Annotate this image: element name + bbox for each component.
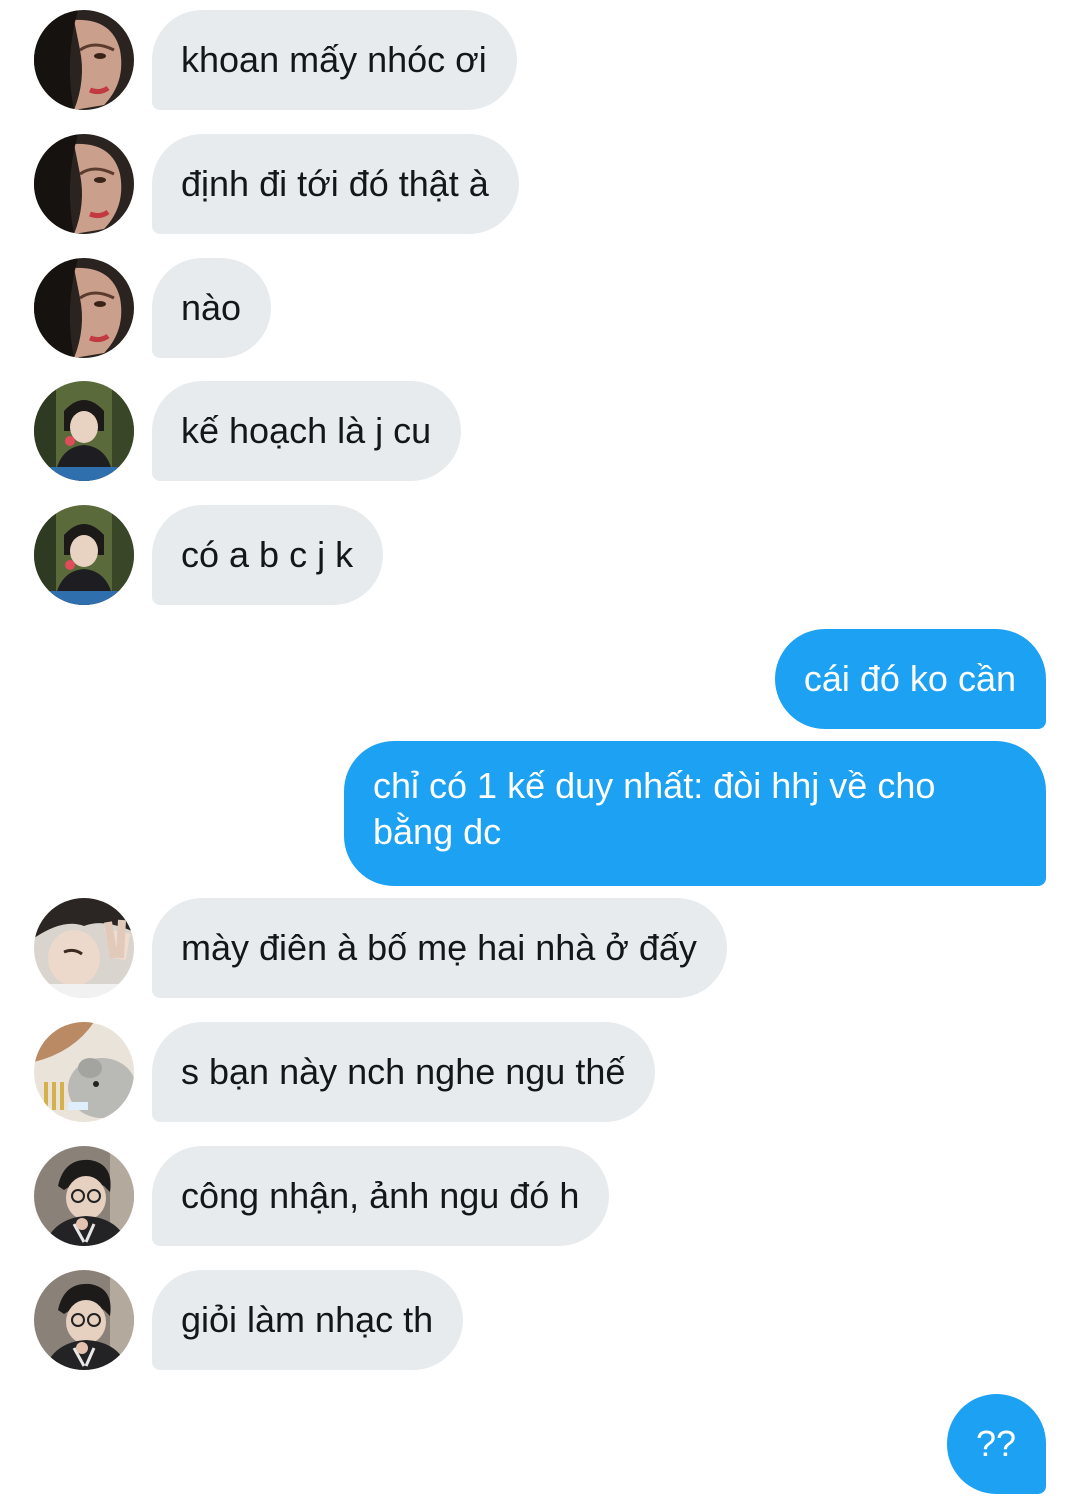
message-bubble-incoming[interactable]: định đi tới đó thật à [152, 134, 519, 234]
message-text: khoan mấy nhóc ơi [181, 39, 487, 80]
message-row: định đi tới đó thật à [0, 134, 1080, 234]
message-text: công nhận, ảnh ngu đó h [181, 1175, 580, 1216]
message-bubble-outgoing[interactable]: cái đó ko cần [774, 629, 1046, 729]
message-bubble-incoming[interactable]: khoan mấy nhóc ơi [152, 10, 517, 110]
avatar-image [34, 898, 134, 998]
avatar-hooded-user[interactable] [34, 134, 134, 234]
avatar-dark-jacket-user[interactable] [34, 505, 134, 605]
message-row: công nhận, ảnh ngu đó h [0, 1146, 1080, 1246]
avatar-image [34, 1270, 134, 1370]
message-bubble-incoming[interactable]: có a b c j k [152, 505, 384, 605]
message-bubble-incoming[interactable]: công nhận, ảnh ngu đó h [152, 1146, 610, 1246]
message-bubble-incoming[interactable]: mày điên à bố mẹ hai nhà ở đấy [152, 898, 727, 998]
avatar-peace-sign-user[interactable] [34, 898, 134, 998]
message-bubble-outgoing[interactable]: ?? [946, 1394, 1046, 1494]
message-text: có a b c j k [181, 534, 354, 575]
message-bubble-incoming[interactable]: giỏi làm nhạc th [152, 1270, 464, 1370]
avatar-hooded-user[interactable] [34, 10, 134, 110]
avatar-glasses-user[interactable] [34, 1270, 134, 1370]
conversation: khoan mấy nhóc ơi định đi tới đó thật à [0, 0, 1080, 1498]
message-row: giỏi làm nhạc th [0, 1270, 1080, 1370]
avatar-hooded-user[interactable] [34, 258, 134, 358]
avatar-dark-jacket-user[interactable] [34, 381, 134, 481]
message-row: khoan mấy nhóc ơi [0, 10, 1080, 110]
avatar-image [34, 1146, 134, 1246]
message-text: kế hoạch là j cu [181, 410, 432, 451]
message-text: s bạn này nch nghe ngu thế [181, 1051, 626, 1092]
message-bubble-incoming[interactable]: s bạn này nch nghe ngu thế [152, 1022, 656, 1122]
message-text: nào [181, 287, 242, 328]
avatar-image [34, 1022, 134, 1122]
message-bubble-incoming[interactable]: nào [152, 258, 272, 358]
message-text: cái đó ko cần [803, 658, 1016, 699]
message-text: ?? [975, 1423, 1016, 1464]
message-row: ?? [0, 1394, 1080, 1494]
message-bubble-incoming[interactable]: kế hoạch là j cu [152, 381, 462, 481]
avatar-image [34, 505, 134, 605]
message-row: s bạn này nch nghe ngu thế [0, 1022, 1080, 1122]
message-row: mày điên à bố mẹ hai nhà ở đấy [0, 898, 1080, 998]
avatar-plush-toy-user[interactable] [34, 1022, 134, 1122]
message-text: định đi tới đó thật à [181, 163, 489, 204]
avatar-image [34, 134, 134, 234]
message-row: nào [0, 258, 1080, 358]
message-row: chỉ có 1 kế duy nhất: đòi hhj về cho bằn… [0, 741, 1080, 886]
message-row: có a b c j k [0, 505, 1080, 605]
avatar-image [34, 258, 134, 358]
avatar-image [34, 10, 134, 110]
avatar-image [34, 381, 134, 481]
message-row: cái đó ko cần [0, 629, 1080, 729]
message-text: chỉ có 1 kế duy nhất: đòi hhj về cho bằn… [373, 765, 936, 852]
message-text: mày điên à bố mẹ hai nhà ở đấy [181, 927, 697, 968]
avatar-glasses-user[interactable] [34, 1146, 134, 1246]
message-row: kế hoạch là j cu [0, 381, 1080, 481]
message-bubble-outgoing[interactable]: chỉ có 1 kế duy nhất: đòi hhj về cho bằn… [344, 741, 1046, 886]
message-text: giỏi làm nhạc th [181, 1299, 434, 1340]
